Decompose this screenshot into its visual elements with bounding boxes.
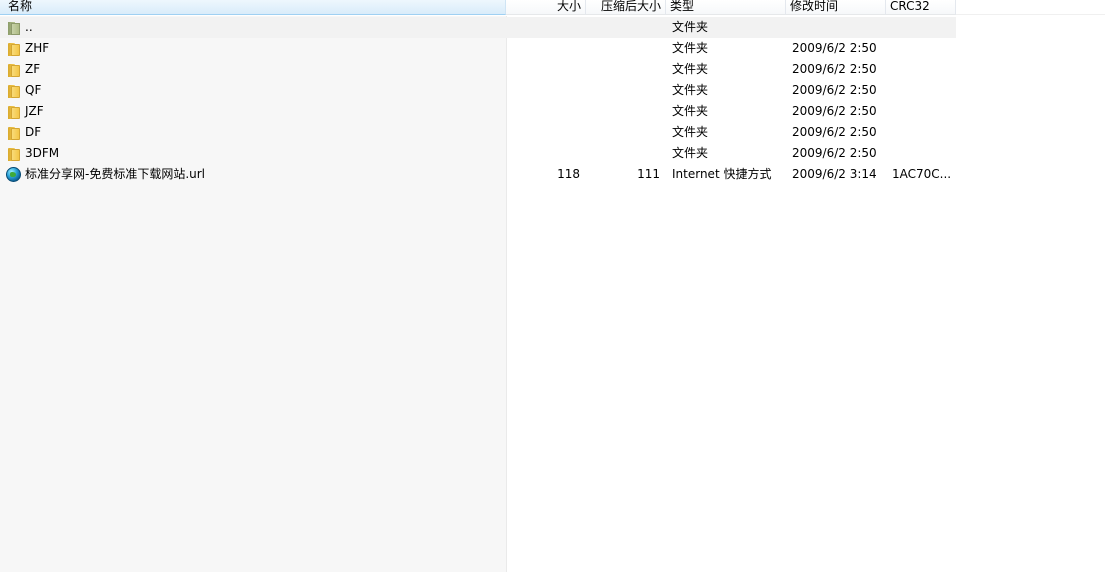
size-cell bbox=[506, 80, 586, 101]
crc32-cell bbox=[886, 80, 956, 101]
packed-size-cell bbox=[586, 101, 666, 122]
globe-icon bbox=[6, 167, 21, 182]
type-cell: 文件夹 bbox=[672, 83, 709, 97]
crc32-cell bbox=[886, 59, 956, 80]
file-name: JZF bbox=[25, 104, 44, 118]
column-header-packed-size[interactable]: 压缩后大小 bbox=[586, 0, 666, 15]
size-cell bbox=[506, 17, 586, 38]
type-cell: Internet 快捷方式 bbox=[672, 167, 772, 181]
file-row[interactable]: QF 文件夹 2009/6/2 2:50 bbox=[0, 80, 1105, 101]
file-name: 3DFM bbox=[25, 146, 60, 160]
column-header-size[interactable]: 大小 bbox=[506, 0, 586, 15]
size-cell bbox=[506, 38, 586, 59]
packed-size-cell bbox=[586, 17, 666, 38]
name-cell: ZHF bbox=[0, 38, 506, 59]
size-cell bbox=[506, 59, 586, 80]
type-cell: 文件夹 bbox=[672, 62, 709, 76]
file-name: 标准分享网-免费标准下载网站.url bbox=[25, 167, 206, 181]
folder-icon bbox=[7, 63, 21, 77]
file-name: ZF bbox=[25, 62, 41, 76]
file-row[interactable]: 3DFM 文件夹 2009/6/2 2:50 bbox=[0, 143, 1105, 164]
size-cell bbox=[506, 101, 586, 122]
crc32-cell bbox=[886, 17, 956, 38]
modified-cell: 2009/6/2 3:14 bbox=[792, 167, 877, 181]
crc32-cell bbox=[886, 101, 956, 122]
name-cell: JZF bbox=[0, 101, 506, 122]
packed-size-cell bbox=[586, 80, 666, 101]
file-list-view: 名称 大小 压缩后大小 类型 修改时间 CRC32 .. 文件夹 ZHF 文件夹 200… bbox=[0, 0, 1105, 572]
type-cell: 文件夹 bbox=[672, 104, 709, 118]
type-cell: 文件夹 bbox=[672, 20, 709, 34]
size-cell bbox=[506, 143, 586, 164]
modified-cell: 2009/6/2 2:50 bbox=[792, 146, 877, 160]
modified-cell: 2009/6/2 2:50 bbox=[792, 83, 877, 97]
crc32-cell: 1AC70C... bbox=[892, 167, 952, 181]
column-header-modified[interactable]: 修改时间 bbox=[786, 0, 886, 15]
folder-icon bbox=[7, 147, 21, 161]
modified-cell: 2009/6/2 2:50 bbox=[792, 104, 877, 118]
packed-size-cell bbox=[586, 143, 666, 164]
up-folder-icon bbox=[7, 21, 21, 35]
packed-size-cell bbox=[586, 122, 666, 143]
modified-cell: 2009/6/2 2:50 bbox=[792, 125, 877, 139]
column-header-bar: 名称 大小 压缩后大小 类型 修改时间 CRC32 bbox=[0, 0, 1105, 16]
type-cell: 文件夹 bbox=[672, 146, 709, 160]
packed-size-cell bbox=[586, 59, 666, 80]
folder-icon bbox=[7, 84, 21, 98]
modified-cell: 2009/6/2 2:50 bbox=[792, 62, 877, 76]
file-name: QF bbox=[25, 83, 42, 97]
file-row[interactable]: ZF 文件夹 2009/6/2 2:50 bbox=[0, 59, 1105, 80]
name-cell: 3DFM bbox=[0, 143, 506, 164]
file-name: .. bbox=[25, 20, 33, 34]
name-cell: 标准分享网-免费标准下载网站.url bbox=[0, 164, 506, 185]
size-cell: 118 bbox=[557, 167, 580, 181]
file-row[interactable]: 标准分享网-免费标准下载网站.url 118 111 Internet 快捷方式 200… bbox=[0, 164, 1105, 185]
column-header-name[interactable]: 名称 bbox=[0, 0, 506, 15]
name-cell: ZF bbox=[0, 59, 506, 80]
column-header-crc32[interactable]: CRC32 bbox=[886, 0, 956, 15]
folder-icon bbox=[7, 105, 21, 119]
modified-cell: 2009/6/2 2:50 bbox=[792, 41, 877, 55]
type-cell: 文件夹 bbox=[672, 41, 709, 55]
crc32-cell bbox=[886, 38, 956, 59]
name-cell: QF bbox=[0, 80, 506, 101]
modified-cell bbox=[786, 17, 886, 38]
folder-icon bbox=[7, 126, 21, 140]
file-row[interactable]: JZF 文件夹 2009/6/2 2:50 bbox=[0, 101, 1105, 122]
column-header-filler bbox=[956, 0, 1105, 15]
name-cell: .. bbox=[0, 17, 506, 38]
file-name: DF bbox=[25, 125, 42, 139]
crc32-cell bbox=[886, 122, 956, 143]
type-cell: 文件夹 bbox=[672, 125, 709, 139]
parent-directory-row[interactable]: .. 文件夹 bbox=[0, 17, 1105, 38]
name-cell: DF bbox=[0, 122, 506, 143]
folder-icon bbox=[7, 42, 21, 56]
packed-size-cell: 111 bbox=[637, 167, 660, 181]
size-cell bbox=[506, 122, 586, 143]
file-row[interactable]: DF 文件夹 2009/6/2 2:50 bbox=[0, 122, 1105, 143]
column-header-type[interactable]: 类型 bbox=[666, 0, 786, 15]
packed-size-cell bbox=[586, 38, 666, 59]
file-name: ZHF bbox=[25, 41, 50, 55]
crc32-cell bbox=[886, 143, 956, 164]
file-row[interactable]: ZHF 文件夹 2009/6/2 2:50 bbox=[0, 38, 1105, 59]
